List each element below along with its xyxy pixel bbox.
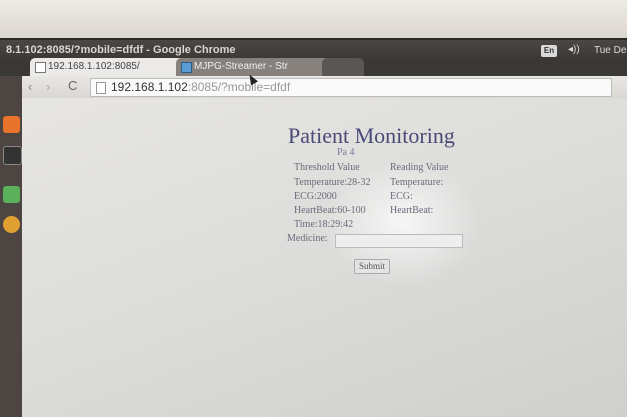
window-title: 8.1.102:8085/?mobile=dfdf - Google Chrom…	[6, 44, 236, 56]
address-bar[interactable]: 192.168.1.102:8085/?mobile=dfdf	[90, 78, 612, 97]
medicine-label: Medicine:	[287, 233, 328, 244]
ecg-threshold: ECG:2000	[294, 191, 337, 202]
temperature-reading: Temperature:	[390, 177, 444, 188]
page-subtitle: Pa 4	[337, 147, 355, 158]
heartbeat-reading: HeartBeat:	[390, 205, 434, 216]
url-host: 192.168.1.102	[111, 80, 188, 94]
page-viewport: Patient Monitoring Pa 4 Threshold Value …	[22, 98, 627, 417]
reload-button[interactable]: C	[68, 78, 77, 93]
page-title: Patient Monitoring	[288, 123, 455, 148]
browser-toolbar: ‹ › C 192.168.1.102:8085/?mobile=dfdf	[22, 76, 627, 98]
medicine-input[interactable]	[335, 234, 463, 248]
launcher-app-icon[interactable]	[3, 186, 20, 203]
submit-button[interactable]: Submit	[354, 259, 391, 274]
url-text: 192.168.1.102:8085/?mobile=dfdf	[111, 80, 290, 94]
forward-button[interactable]: ›	[46, 79, 50, 94]
clock[interactable]: Tue De	[594, 45, 626, 56]
threshold-header: Threshold Value	[294, 162, 360, 173]
tab-mjpg-streamer[interactable]: MJPG-Streamer - Str ×	[176, 58, 334, 76]
tab-label: MJPG-Streamer - Str	[194, 61, 288, 72]
tab-patient-monitoring[interactable]: 192.168.1.102:8085/ ×	[30, 58, 188, 76]
heartbeat-threshold: HeartBeat:60-100	[294, 205, 366, 216]
url-path: :8085/?mobile=dfdf	[187, 80, 291, 94]
volume-icon[interactable]: ◂))	[568, 44, 580, 55]
tab-strip: 192.168.1.102:8085/ × MJPG-Streamer - St…	[0, 58, 627, 76]
mjpg-favicon-icon	[181, 62, 192, 73]
ecg-reading: ECG:	[390, 191, 413, 202]
back-button[interactable]: ‹	[28, 79, 32, 94]
tab-label: 192.168.1.102:8085/	[48, 61, 140, 72]
language-indicator[interactable]: En	[541, 45, 557, 57]
time-display: Time:18:29:42	[294, 219, 354, 230]
temperature-threshold: Temperature:28-32	[294, 177, 371, 188]
page-icon	[96, 82, 106, 94]
unity-launcher	[0, 76, 22, 417]
page-favicon-icon	[35, 62, 46, 73]
launcher-terminal-icon[interactable]	[3, 146, 22, 165]
launcher-app-icon[interactable]	[3, 116, 20, 133]
launcher-chrome-icon[interactable]	[3, 216, 20, 233]
reading-header: Reading Value	[390, 162, 449, 173]
new-tab-button[interactable]	[322, 58, 364, 76]
